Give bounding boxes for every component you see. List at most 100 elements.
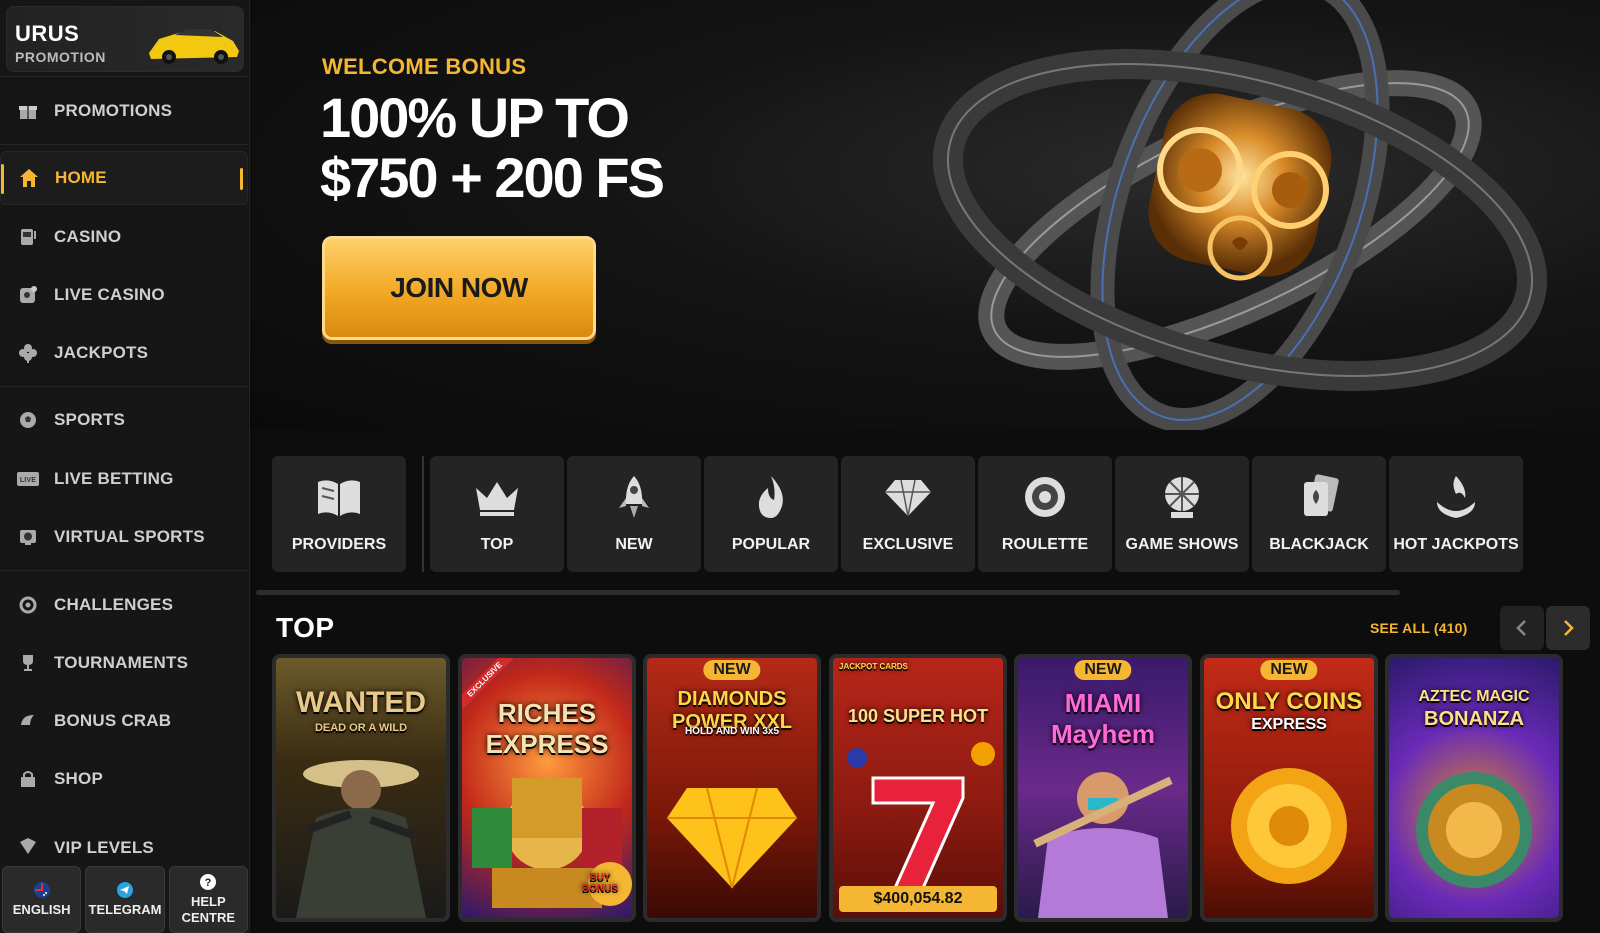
sidebar-item-label: SPORTS — [54, 410, 126, 429]
game-title: RICHES EXPRESS — [485, 698, 609, 759]
hero-eyebrow: WELCOME BONUS — [322, 54, 527, 79]
category-roulette[interactable]: ROULETTE — [978, 456, 1112, 572]
category-row: PROVIDERS TOP NEW POPULAR EXCLUSIVE ROUL… — [272, 456, 1572, 574]
category-label: HOT JACKPOTS — [1393, 536, 1519, 553]
sidebar-item-label: VIRTUAL SPORTS — [54, 527, 205, 546]
category-game-shows[interactable]: GAME SHOWS — [1115, 456, 1249, 572]
sidebar-item-vip-levels[interactable]: VIP LEVELS — [0, 818, 248, 858]
join-now-button[interactable]: JOIN NOW — [322, 236, 596, 340]
divider — [0, 76, 248, 77]
roulette-icon — [1025, 477, 1065, 517]
rocket-icon — [619, 476, 649, 518]
category-label: BLACKJACK — [1269, 536, 1369, 553]
sidebar-item-jackpots[interactable]: JACKPOTS — [0, 326, 248, 380]
game-title: AZTEC MAGIC — [1418, 688, 1530, 705]
category-providers[interactable]: PROVIDERS — [272, 456, 406, 572]
new-badge: NEW — [703, 660, 761, 680]
live-badge-icon: LIVE — [16, 467, 40, 491]
car-image — [149, 29, 239, 64]
sidebar-item-challenges[interactable]: CHALLENGES — [0, 578, 248, 632]
sidebar-item-label: JACKPOTS — [54, 343, 149, 362]
promo-title: URUS — [15, 21, 80, 46]
game-subtitle: DEAD OR A WILD — [314, 722, 408, 734]
sidebar-item-tournaments[interactable]: TOURNAMENTS — [0, 636, 248, 690]
sidebar-item-label: BONUS CRAB — [54, 711, 172, 730]
category-scrollbar[interactable] — [256, 590, 1400, 595]
sidebar-item-shop[interactable]: SHOP — [0, 752, 248, 806]
hero-headline-line1: 100% UP TO — [320, 86, 630, 149]
category-exclusive[interactable]: EXCLUSIVE — [841, 456, 975, 572]
new-badge: NEW — [1260, 660, 1318, 680]
category-label: TOP — [480, 536, 514, 553]
sidebar-item-label: LIVE BETTING — [54, 469, 174, 488]
category-label: GAME SHOWS — [1125, 536, 1239, 553]
game-subtitle: HOLD AND WIN 3x5 — [684, 726, 780, 737]
sidebar-item-promotions[interactable]: PROMOTIONS — [0, 84, 248, 138]
live-casino-icon — [16, 283, 40, 307]
category-new[interactable]: NEW — [567, 456, 701, 572]
book-icon — [318, 480, 360, 516]
help-centre-button[interactable]: ? HELP CENTRE — [168, 866, 248, 933]
diamond-icon — [885, 479, 931, 517]
seven-image — [847, 742, 995, 890]
next-button[interactable] — [1546, 606, 1590, 650]
game-tile-riches-express[interactable]: EXCLUSIVE RICHES EXPRESS BUY BONUS — [458, 654, 636, 922]
game-title: MIAMI Mayhem — [1050, 688, 1156, 749]
svg-text:?: ? — [205, 877, 212, 889]
game-tile-miami-mayhem[interactable]: NEW MIAMI Mayhem — [1014, 654, 1192, 922]
sidebar-item-label: SHOP — [54, 769, 103, 788]
category-hot-jackpots[interactable]: HOT JACKPOTS — [1389, 456, 1523, 572]
sidebar: URUS PROMOTION PROMOTIONS HOME CASINO LI… — [0, 0, 250, 933]
sidebar-item-home[interactable]: HOME — [0, 151, 248, 205]
urus-promotion-card[interactable]: URUS PROMOTION — [6, 6, 244, 72]
category-label: NEW — [615, 536, 653, 553]
welcome-bonus-banner: WELCOME BONUS 100% UP TO $750 + 200 FS J… — [250, 0, 1600, 430]
see-all-link[interactable]: SEE ALL (410) — [1370, 620, 1468, 636]
sidebar-item-casino[interactable]: CASINO — [0, 210, 248, 264]
game-tile-only-coins-express[interactable]: NEW ONLY COINS EXPRESS — [1200, 654, 1378, 922]
sidebar-item-live-betting[interactable]: LIVE LIVE BETTING — [0, 452, 248, 506]
divider — [0, 144, 248, 145]
crab-icon — [16, 709, 40, 733]
promo-subtitle: PROMOTION — [15, 49, 106, 65]
language-label: ENGLISH — [12, 902, 71, 917]
jackpot-amount: $400,054.82 — [839, 886, 997, 912]
game-subtitle: BONANZA — [1424, 708, 1524, 730]
game-tile-wanted[interactable]: WANTED DEAD OR A WILD — [272, 654, 450, 922]
sidebar-item-label: CASINO — [54, 227, 122, 246]
sidebar-item-label: VIP LEVELS — [54, 838, 154, 857]
sidebar-item-sports[interactable]: SPORTS — [0, 393, 248, 447]
top-section-title: TOP — [276, 612, 335, 643]
telegram-button[interactable]: TELEGRAM — [85, 866, 165, 933]
category-top[interactable]: TOP — [430, 456, 564, 572]
category-blackjack[interactable]: BLACKJACK — [1252, 456, 1386, 572]
category-divider — [422, 456, 424, 572]
divider — [0, 570, 248, 571]
chevron-right-icon — [1564, 620, 1574, 636]
sidebar-item-label: CHALLENGES — [54, 595, 174, 614]
game-title: WANTED — [296, 686, 426, 719]
soccer-ball-icon — [16, 408, 40, 432]
telegram-icon — [116, 882, 133, 898]
sidebar-item-live-casino[interactable]: LIVE CASINO — [0, 268, 248, 322]
chevron-left-icon — [1516, 620, 1526, 636]
divider — [0, 386, 248, 387]
help-centre-label: HELP CENTRE — [181, 894, 236, 925]
language-button[interactable]: ENGLISH — [2, 866, 82, 933]
sidebar-item-label: HOME — [55, 168, 107, 187]
category-popular[interactable]: POPULAR — [704, 456, 838, 572]
gift-icon — [16, 99, 40, 123]
sidebar-item-bonus-crab[interactable]: BONUS CRAB — [0, 694, 248, 748]
help-icon: ? — [200, 874, 217, 890]
previous-button[interactable] — [1500, 606, 1544, 650]
game-tile-aztec-magic-bonanza[interactable]: AZTEC MAGIC BONANZA — [1385, 654, 1563, 922]
clover-icon — [16, 341, 40, 365]
trophy-icon — [16, 651, 40, 675]
sidebar-item-virtual-sports[interactable]: VIRTUAL SPORTS — [0, 510, 248, 564]
sidebar-item-label: TOURNAMENTS — [54, 653, 189, 672]
game-tile-diamonds-power-xxl[interactable]: NEW DIAMONDS POWER XXL HOLD AND WIN 3x5 — [643, 654, 821, 922]
category-label: ROULETTE — [1001, 536, 1089, 553]
hot-jackpot-icon — [1437, 476, 1475, 518]
shop-icon — [16, 767, 40, 791]
game-tile-100-super-hot[interactable]: JACKPOT CARDS 100 SUPER HOT $400,054.82 — [829, 654, 1007, 922]
